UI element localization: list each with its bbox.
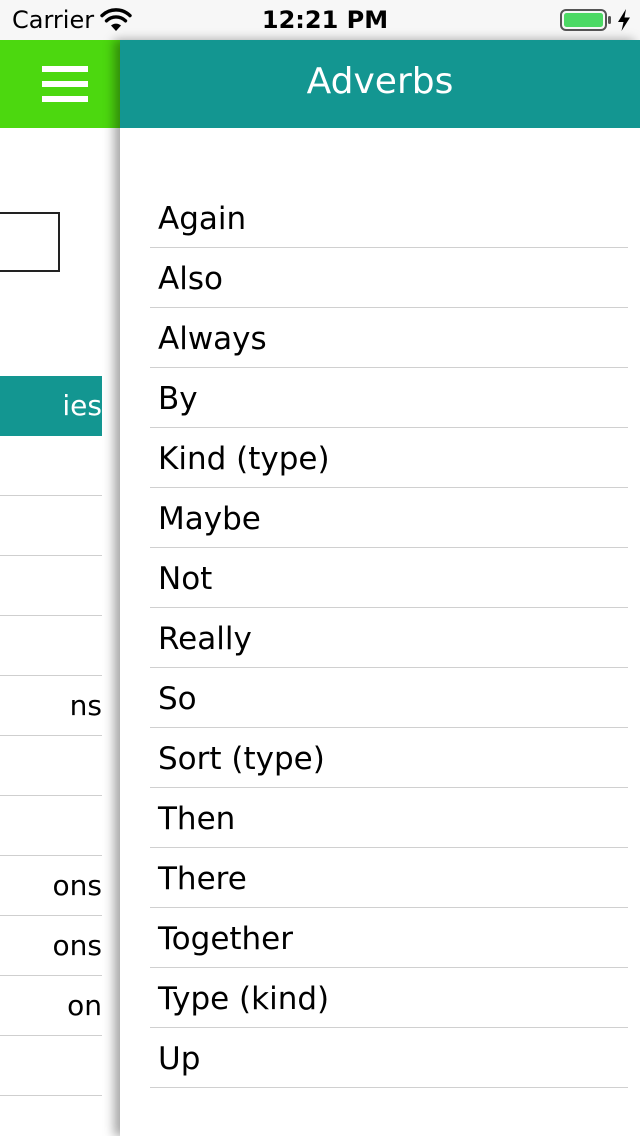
word-label: Then (158, 801, 236, 837)
charging-bolt-icon (618, 9, 630, 31)
nav-bar: Adverbs (120, 40, 640, 128)
word-label: There (158, 861, 247, 897)
page-title: Adverbs (306, 61, 454, 102)
menu-item[interactable]: ies (0, 376, 102, 436)
menu-item-label: ies (62, 389, 102, 422)
main-panel: Adverbs Again Also Always By Kind (type) Mayb… (120, 40, 640, 1136)
word-label: Not (158, 561, 213, 597)
word-list-item[interactable]: There (150, 848, 628, 908)
menu-search-field[interactable] (0, 212, 60, 272)
status-time: 12:21 PM (261, 6, 389, 34)
menu-divider (0, 1095, 102, 1096)
word-list-item[interactable]: Up (150, 1028, 628, 1088)
menu-item[interactable] (0, 1036, 102, 1096)
word-list-item[interactable]: Together (150, 908, 628, 968)
word-list-item[interactable]: Then (150, 788, 628, 848)
side-menu-header (0, 40, 120, 128)
word-list-item[interactable]: Maybe (150, 488, 628, 548)
side-menu: ies ns ons ons on (0, 40, 120, 1136)
menu-item[interactable] (0, 496, 102, 556)
menu-item-label: ons (52, 929, 102, 962)
word-list-item[interactable]: Not (150, 548, 628, 608)
word-list-item[interactable]: Type (kind) (150, 968, 628, 1028)
menu-item[interactable] (0, 616, 102, 676)
word-label: Always (158, 321, 267, 357)
word-label: Again (158, 201, 247, 237)
menu-item-label: ns (69, 689, 102, 722)
menu-item-label: ons (52, 869, 102, 902)
word-list-item[interactable]: Also (150, 248, 628, 308)
word-list-item[interactable]: Kind (type) (150, 428, 628, 488)
battery-icon (560, 9, 611, 31)
word-label: Type (kind) (158, 981, 330, 1017)
menu-item[interactable]: ns (0, 676, 102, 736)
menu-item[interactable] (0, 436, 102, 496)
word-label: Really (158, 621, 252, 657)
menu-item[interactable]: on (0, 976, 102, 1036)
menu-item-label: on (67, 989, 102, 1022)
word-list-item[interactable]: Sort (type) (150, 728, 628, 788)
app-screen: Carrier 12:21 PM ies ns ons ons on Adver… (0, 0, 640, 1136)
menu-item[interactable] (0, 796, 102, 856)
menu-item[interactable] (0, 556, 102, 616)
word-label: By (158, 381, 198, 417)
menu-item[interactable] (0, 736, 102, 796)
word-list-item[interactable]: By (150, 368, 628, 428)
word-label: Up (158, 1041, 201, 1077)
word-list: Again Also Always By Kind (type) Maybe Not Real… (150, 188, 628, 1088)
word-list-item[interactable]: So (150, 668, 628, 728)
word-label: Kind (type) (158, 441, 330, 477)
hamburger-menu-icon[interactable] (42, 66, 88, 102)
word-list-item[interactable]: Really (150, 608, 628, 668)
word-label: Maybe (158, 501, 261, 537)
menu-item[interactable]: ons (0, 856, 102, 916)
word-label: Together (158, 921, 294, 957)
word-list-item[interactable]: Always (150, 308, 628, 368)
word-label: Sort (type) (158, 741, 325, 777)
word-label: Also (158, 261, 223, 297)
status-bar: Carrier 12:21 PM (0, 0, 640, 40)
menu-item[interactable]: ons (0, 916, 102, 976)
word-list-item[interactable]: Again (150, 188, 628, 248)
word-label: So (158, 681, 197, 717)
